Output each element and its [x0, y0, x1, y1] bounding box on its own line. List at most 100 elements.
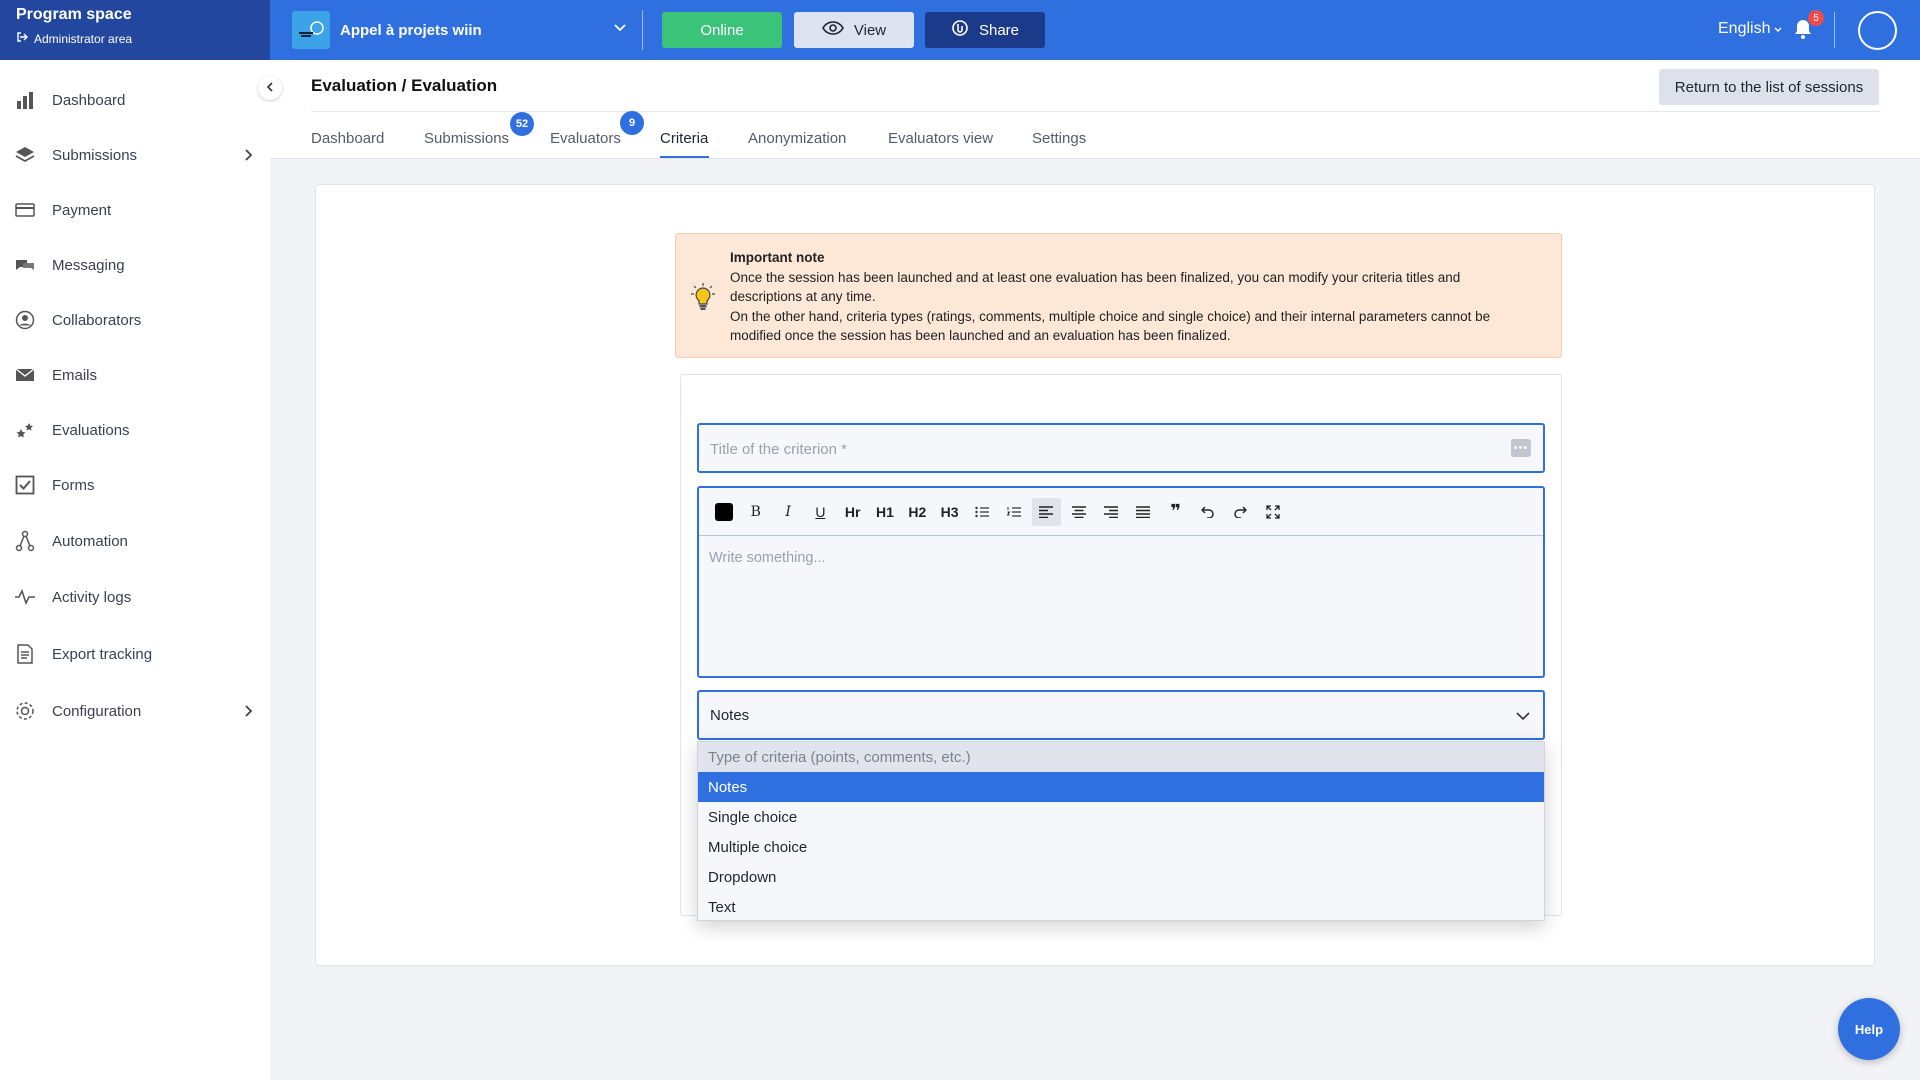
chevron-right-icon: [244, 704, 254, 722]
share-icon: [951, 19, 969, 41]
heading-3-icon[interactable]: H3: [935, 498, 964, 526]
sidebar-item-label: Activity logs: [52, 588, 132, 606]
editor-toolbar: B I U Hr H1 H2 H3 ❞: [699, 488, 1543, 536]
text-color-icon[interactable]: [709, 498, 738, 526]
tab-submissions[interactable]: Submissions: [424, 130, 509, 147]
redo-icon[interactable]: [1226, 498, 1255, 526]
heading-2-icon[interactable]: H2: [903, 498, 932, 526]
notification-badge: 5: [1808, 10, 1824, 26]
divider: [642, 10, 643, 50]
sidebar-item-activity-logs[interactable]: Activity logs: [0, 577, 270, 617]
sidebar-item-label: Emails: [52, 366, 98, 384]
collapse-sidebar-button[interactable]: [258, 76, 282, 100]
view-button[interactable]: View: [794, 12, 914, 48]
important-note: Important note Once the session has been…: [675, 233, 1562, 358]
ordered-list-icon[interactable]: [1000, 498, 1029, 526]
avatar[interactable]: [1858, 11, 1897, 50]
tab-evaluators[interactable]: Evaluators: [550, 130, 621, 147]
language-selector[interactable]: English: [1718, 20, 1782, 38]
note-line-2: On the other hand, criteria types (ratin…: [730, 308, 1491, 344]
sidebar-item-emails[interactable]: Emails: [0, 355, 270, 395]
page-title: Evaluation / Evaluation: [311, 76, 498, 95]
sidebar-item-label: Messaging: [52, 256, 125, 274]
help-button[interactable]: Help: [1838, 998, 1900, 1060]
criteria-type-dropdown: Type of criteria (points, comments, etc.…: [697, 741, 1545, 921]
admin-area-link[interactable]: Administrator area: [16, 31, 270, 46]
align-right-icon[interactable]: [1097, 498, 1126, 526]
brand-title: Program space: [16, 6, 132, 23]
document-icon: [14, 643, 36, 665]
note-line-1: Once the session has been launched and a…: [730, 269, 1461, 305]
sidebar-item-messaging[interactable]: Messaging: [0, 245, 270, 285]
sidebar-item-forms[interactable]: Forms: [0, 465, 270, 505]
sidebar-item-label: Dashboard: [52, 91, 126, 109]
activity-icon: [14, 586, 36, 608]
chat-icon: [14, 254, 36, 276]
sidebar-item-label: Automation: [52, 532, 128, 550]
automation-icon: [14, 530, 36, 552]
chevron-down-icon: [1515, 709, 1531, 727]
stars-icon: [14, 419, 36, 441]
sidebar-item-label: Forms: [52, 476, 95, 494]
chevron-left-icon: [265, 79, 275, 97]
align-left-icon[interactable]: [1031, 497, 1061, 526]
sidebar-item-label: Configuration: [52, 702, 142, 720]
dropdown-option-notes[interactable]: Notes: [698, 772, 1544, 802]
admin-area-label: Administrator area: [34, 31, 133, 46]
underline-icon[interactable]: U: [806, 498, 835, 526]
sidebar-item-dashboard[interactable]: Dashboard: [0, 80, 270, 120]
checkbox-icon: [14, 474, 36, 496]
dropdown-option-text[interactable]: Text: [698, 892, 1544, 922]
caret-down-icon: [1774, 20, 1782, 38]
evaluators-count-badge: 9: [620, 111, 644, 135]
dropdown-option-dropdown[interactable]: Dropdown: [698, 862, 1544, 892]
dropdown-option-multiple-choice[interactable]: Multiple choice: [698, 832, 1544, 862]
tab-settings[interactable]: Settings: [1032, 130, 1086, 147]
divider: [1834, 12, 1835, 48]
undo-icon[interactable]: [1193, 498, 1222, 526]
align-justify-icon[interactable]: [1129, 498, 1158, 526]
tab-dashboard[interactable]: Dashboard: [311, 130, 384, 147]
sidebar-item-automation[interactable]: Automation: [0, 521, 270, 561]
bold-icon[interactable]: B: [741, 498, 770, 526]
dropdown-hint-option: Type of criteria (points, comments, etc.…: [698, 742, 1544, 772]
sidebar-item-collaborators[interactable]: Collaborators: [0, 300, 270, 340]
fullscreen-icon[interactable]: [1258, 498, 1287, 526]
chevron-down-icon[interactable]: [612, 20, 628, 41]
description-editor[interactable]: B I U Hr H1 H2 H3 ❞ Write something...: [697, 486, 1545, 678]
active-tab-indicator: [660, 156, 709, 158]
bar-chart-icon: [14, 89, 36, 111]
sidebar-item-export-tracking[interactable]: Export tracking: [0, 634, 270, 674]
language-label: English: [1718, 20, 1771, 37]
criteria-type-value: Notes: [710, 707, 750, 724]
credit-card-icon: [14, 199, 36, 221]
exit-icon: [16, 31, 28, 46]
heading-1-icon[interactable]: H1: [870, 498, 899, 526]
criterion-title-placeholder: Title of the criterion *: [710, 441, 847, 458]
tab-anonymization[interactable]: Anonymization: [748, 130, 846, 147]
tab-criteria[interactable]: Criteria: [660, 130, 708, 147]
tab-evaluators-view[interactable]: Evaluators view: [888, 130, 993, 147]
project-logo: [292, 11, 330, 49]
online-button[interactable]: Online: [662, 12, 782, 48]
horizontal-rule-icon[interactable]: Hr: [838, 498, 867, 526]
quote-icon[interactable]: ❞: [1161, 498, 1190, 526]
sidebar-item-label: Collaborators: [52, 311, 142, 329]
sidebar-item-configuration[interactable]: Configuration: [0, 691, 270, 731]
italic-icon[interactable]: I: [774, 498, 803, 526]
project-selector[interactable]: Appel à projets wiin: [292, 11, 482, 49]
criteria-type-select[interactable]: Notes: [697, 690, 1545, 740]
sidebar-item-submissions[interactable]: Submissions: [0, 135, 270, 175]
return-to-sessions-button[interactable]: Return to the list of sessions: [1659, 69, 1879, 105]
align-center-icon[interactable]: [1064, 498, 1093, 526]
sidebar-item-evaluations[interactable]: Evaluations: [0, 410, 270, 450]
share-button[interactable]: Share: [925, 12, 1045, 48]
sidebar-item-label: Evaluations: [52, 421, 130, 439]
editor-placeholder: Write something...: [709, 550, 826, 566]
bullet-list-icon[interactable]: [967, 498, 996, 526]
sidebar-item-payment[interactable]: Payment: [0, 190, 270, 230]
criterion-title-input[interactable]: Title of the criterion * •••: [697, 423, 1545, 473]
dropdown-option-single-choice[interactable]: Single choice: [698, 802, 1544, 832]
more-options-icon[interactable]: •••: [1511, 439, 1531, 457]
submissions-count-badge: 52: [510, 112, 534, 136]
